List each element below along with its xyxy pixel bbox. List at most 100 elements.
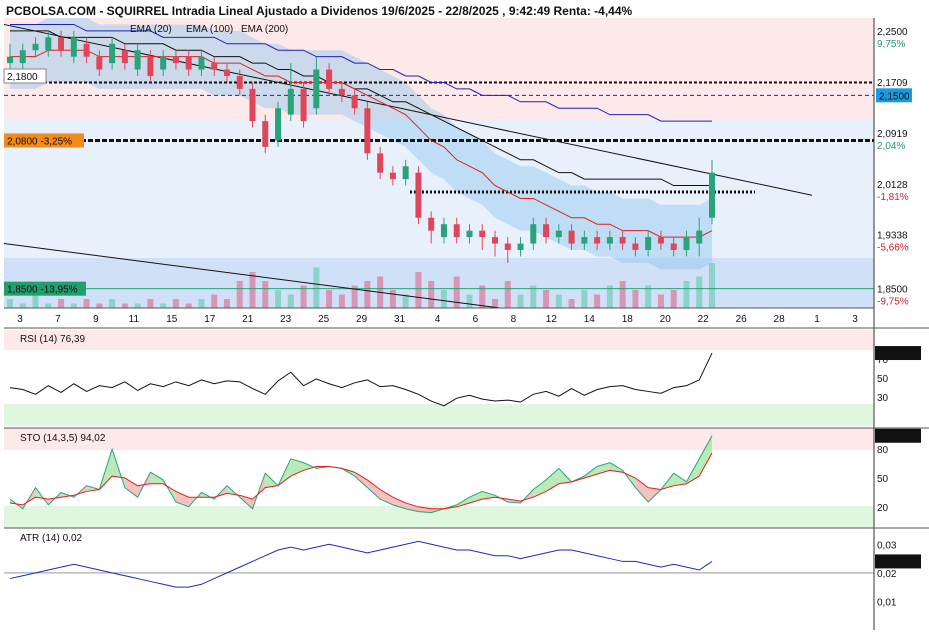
legend-ema20: EMA (20)	[130, 24, 172, 35]
candle-body	[351, 95, 358, 109]
candle-body	[581, 237, 588, 244]
candle-body	[377, 153, 384, 173]
volume-bar	[160, 303, 167, 308]
candle-body	[696, 230, 703, 244]
x-tick-label: 4	[435, 314, 441, 325]
x-tick-label: 6	[473, 314, 479, 325]
candle-body	[364, 108, 371, 154]
x-tick-label: 26	[736, 314, 748, 325]
volume-bar	[594, 294, 601, 308]
volume-bar	[211, 294, 218, 308]
candle-body	[492, 237, 499, 244]
indicator-tick-label: 80	[877, 445, 889, 456]
candle-body	[275, 108, 282, 141]
volume-bar	[466, 294, 473, 308]
indicator-last-value: 76,395	[877, 349, 908, 360]
candle-body	[249, 88, 256, 122]
volume-bar	[83, 299, 90, 308]
candle-body	[670, 243, 677, 250]
volume-bar	[632, 290, 639, 308]
candle-body	[555, 230, 562, 238]
price-pct-label: -5,66%	[877, 243, 909, 254]
volume-bar	[657, 294, 664, 308]
candle-body	[236, 76, 243, 89]
volume-bar	[275, 290, 282, 308]
price-tick-label: 1,8500	[877, 285, 908, 296]
indicator-tick-label: 0,02	[877, 569, 897, 580]
volume-bar	[326, 290, 333, 308]
volume-bar	[147, 299, 154, 308]
candle-body	[657, 237, 664, 244]
candle-body	[594, 237, 601, 244]
price-pct-label: -1,81%	[877, 192, 909, 203]
volume-bar	[121, 303, 128, 308]
legend-ema100: EMA (100)	[186, 24, 233, 35]
chart-title: PCBOLSA.COM - SQUIRREL Intradia Lineal A…	[6, 4, 633, 18]
x-tick-label: 3	[852, 314, 858, 325]
x-tick-label: 15	[166, 314, 178, 325]
price-tick-label: 2,0919	[877, 129, 908, 140]
rsi-line	[9, 352, 713, 407]
atr-title: ATR (14) 0,02	[20, 533, 82, 544]
x-tick-label: 12	[546, 314, 558, 325]
volume-bar	[236, 281, 243, 308]
candle-body	[709, 172, 715, 218]
volume-bar	[619, 281, 626, 308]
candle-body	[223, 69, 230, 76]
candle-body	[619, 237, 626, 244]
candle-body	[645, 237, 652, 250]
candle-body	[160, 56, 167, 70]
volume-bar	[70, 303, 77, 308]
candle-body	[683, 237, 690, 250]
indicator-tick-label: 20	[877, 503, 889, 514]
volume-bar	[172, 299, 179, 308]
volume-bar	[364, 281, 371, 308]
volume-bar	[287, 294, 294, 308]
candle-body	[428, 217, 435, 231]
rsi-title: RSI (14) 76,39	[20, 334, 85, 345]
candle-body	[45, 37, 52, 51]
x-tick-label: 1	[814, 314, 820, 325]
candle-body	[109, 43, 116, 64]
volume-bar	[555, 294, 562, 308]
candle-body	[530, 224, 537, 244]
volume-bar	[7, 299, 13, 308]
volume-bar	[313, 267, 320, 308]
atr-line	[9, 540, 713, 588]
candle-body	[543, 224, 550, 238]
volume-bar	[402, 294, 409, 308]
volume-bar	[428, 281, 435, 308]
x-tick-label: 31	[394, 314, 406, 325]
volume-bar	[45, 303, 52, 308]
candle-body	[262, 121, 269, 147]
price-tick-label: 2,1709	[877, 78, 908, 89]
x-tick-label: 28	[774, 314, 786, 325]
volume-bar	[32, 294, 39, 308]
price-annotation-label: 2,1800	[7, 72, 38, 83]
rsi-overbought-zone	[4, 330, 874, 350]
candle-body	[517, 243, 524, 250]
sto-fill	[124, 478, 138, 498]
price-annotation-label: 2,1500	[879, 91, 910, 102]
x-tick-label: 11	[129, 314, 140, 325]
price-pct-label: 2,04%	[877, 141, 905, 152]
candle-body	[211, 63, 218, 70]
volume-bar	[185, 303, 192, 308]
x-tick-label: 8	[511, 314, 517, 325]
price-tick-label: 2,2500	[877, 27, 908, 38]
legend-ema200: EMA (200)	[241, 24, 288, 35]
candle-body	[568, 230, 575, 244]
candle-body	[504, 243, 511, 250]
sto-title: STO (14,3,5) 94,02	[20, 433, 106, 444]
indicator-tick-label: 50	[877, 474, 889, 485]
volume-bar	[96, 303, 103, 308]
x-tick-label: 17	[204, 314, 216, 325]
candle-body	[83, 43, 90, 57]
candle-body	[326, 69, 333, 89]
candle-body	[58, 37, 65, 51]
indicator-tick-label: 30	[877, 393, 889, 404]
volume-bar	[338, 294, 345, 308]
volume-bar	[696, 276, 703, 308]
candle-body	[287, 88, 294, 115]
price-tick-label: 2,0128	[877, 180, 908, 191]
